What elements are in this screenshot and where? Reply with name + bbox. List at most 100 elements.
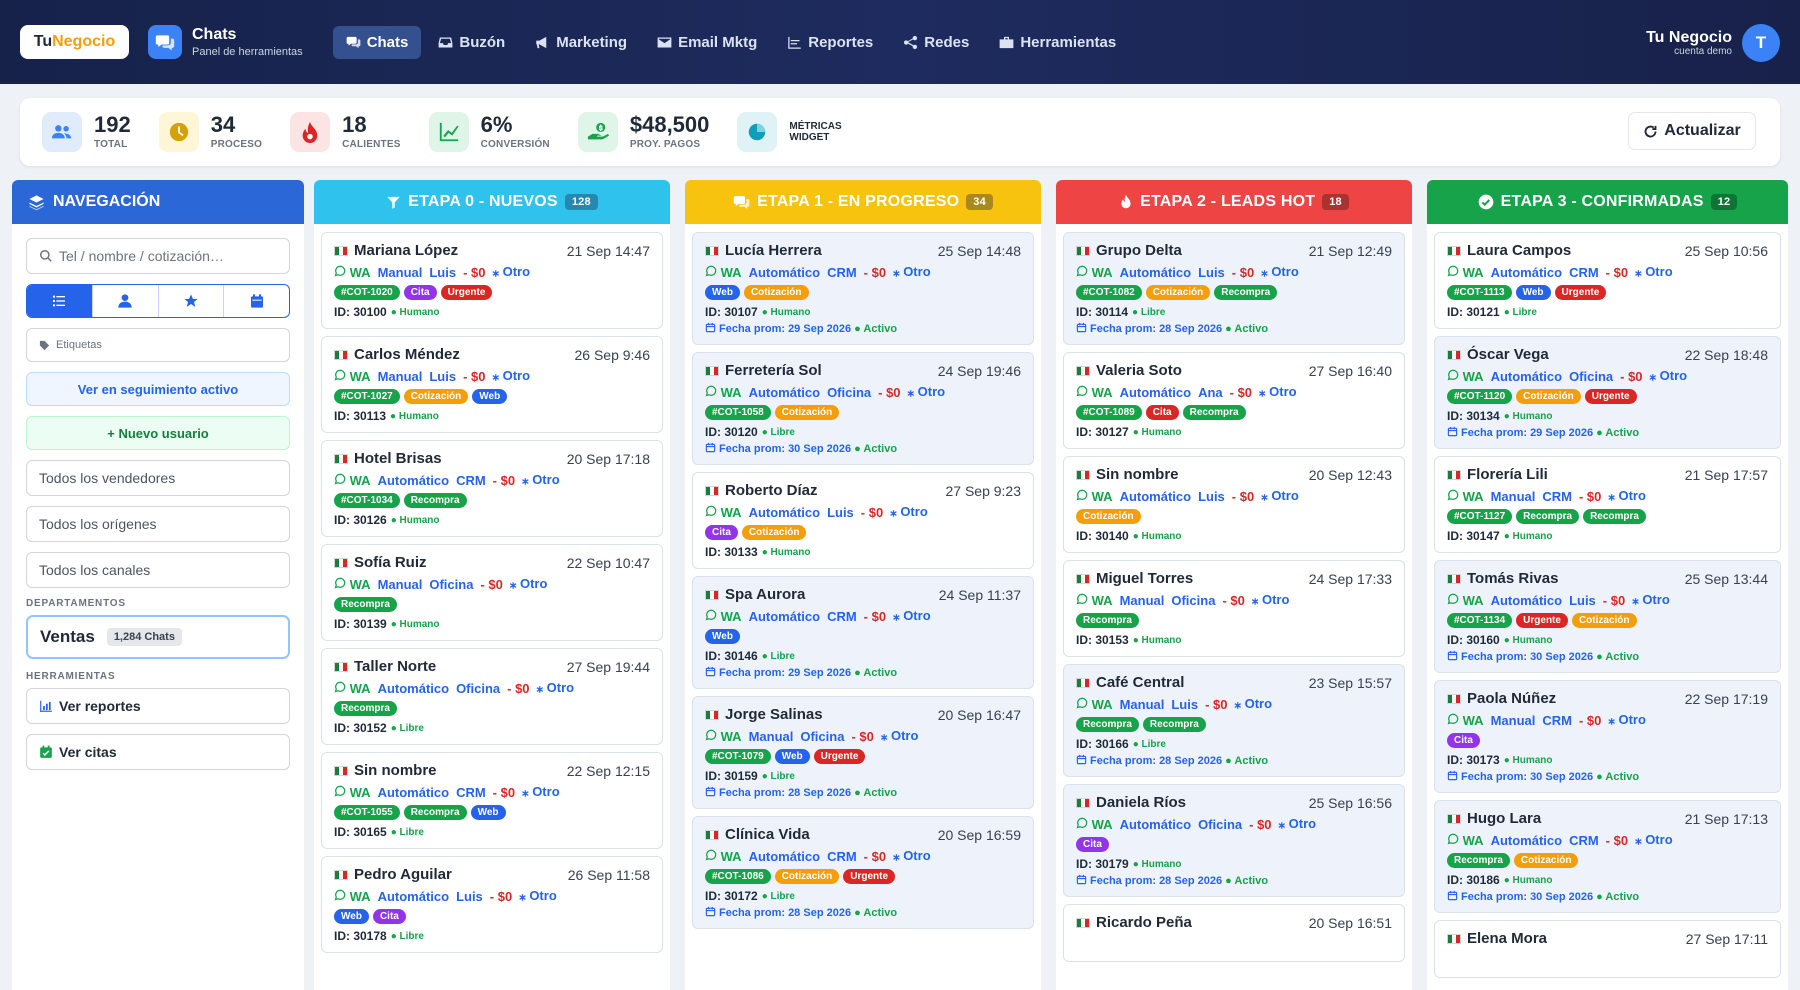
lead-card[interactable]: Mariana López 21 Sep 14:47 WA Manual Luis - …: [321, 232, 663, 329]
lead-card[interactable]: Valeria Soto 27 Sep 16:40 WA Automático Ana…: [1063, 352, 1405, 449]
lead-card[interactable]: Sin nombre 20 Sep 12:43 WA Automático Luis -…: [1063, 456, 1405, 553]
tag-badge: Cotización: [743, 285, 809, 300]
lead-meta: WA Automático Oficina - $0 ⁎ Otro: [1447, 368, 1768, 384]
lead-card[interactable]: Óscar Vega 22 Sep 18:48 WA Automático Ofici…: [1434, 336, 1781, 449]
tag-list: Web: [705, 629, 1021, 644]
main-nav: Chats Buzón Marketing Email Mktg Reportes Red…: [332, 25, 1130, 59]
lead-amount: - $0: [1222, 592, 1245, 608]
lead-id: ID: 30133: [705, 545, 758, 559]
tab-favorites[interactable]: [159, 285, 225, 317]
origins-select[interactable]: Todos los orígenes: [26, 506, 290, 542]
tag-icon: [39, 340, 50, 350]
lead-card[interactable]: Hugo Lara 21 Sep 17:13 WA Automático CRM - $…: [1434, 800, 1781, 913]
lead-meta: WA Automático CRM - $0 ⁎ Otro: [334, 784, 650, 800]
channel-wa: WA: [705, 265, 742, 280]
lead-status: ● Libre: [1503, 306, 1537, 318]
filter-icon: [387, 196, 400, 209]
avatar[interactable]: T: [1742, 24, 1780, 62]
lead-card[interactable]: Carlos Méndez 26 Sep 9:46 WA Manual Luis - $…: [321, 336, 663, 433]
lead-card[interactable]: Clínica Vida 20 Sep 16:59 WA Automático CRM…: [692, 816, 1034, 929]
tag-badge: Recompra: [1516, 509, 1580, 524]
nav-item-chats[interactable]: Chats: [332, 25, 422, 59]
promise-status: ● Activo: [1225, 755, 1269, 767]
metrics-widget[interactable]: MÉTRICAS WIDGET: [737, 112, 859, 152]
lead-source: CRM: [1542, 712, 1572, 728]
lead-mode: Automático: [748, 848, 821, 864]
lead-card[interactable]: Daniela Ríos 25 Sep 16:56 WA Automático Ofi…: [1063, 784, 1405, 897]
channel-wa: WA: [334, 681, 371, 696]
lead-card[interactable]: Hotel Brisas 20 Sep 17:18 WA Automático CRM…: [321, 440, 663, 537]
nav-item-buz-n[interactable]: Buzón: [425, 26, 518, 59]
department-count-badge: 1,284 Chats: [106, 628, 182, 646]
new-user-button[interactable]: + Nuevo usuario: [26, 416, 290, 450]
lead-card[interactable]: Café Central 23 Sep 15:57 WA Manual Luis - $…: [1063, 664, 1405, 777]
calendar-check-icon: [40, 745, 52, 758]
lead-id: ID: 30113: [334, 409, 387, 423]
lead-card[interactable]: Florería Lili 21 Sep 17:57 WA Manual CRM - $…: [1434, 456, 1781, 553]
lead-card[interactable]: Grupo Delta 21 Sep 12:49 WA Automático Luis…: [1063, 232, 1405, 345]
lead-source: Oficina: [800, 728, 845, 744]
nav-item-reportes[interactable]: Reportes: [774, 26, 886, 59]
lead-id-row: ID: 30107 ● Humano: [705, 305, 1021, 319]
lead-card[interactable]: Sofía Ruiz 22 Sep 10:47 WA Manual Oficina - …: [321, 544, 663, 641]
channel-wa: WA: [1076, 593, 1113, 608]
mexico-flag-icon: [334, 245, 348, 256]
lead-origin: ⁎ Otro: [890, 504, 928, 519]
lead-id-row: ID: 30100 ● Humano: [334, 305, 650, 319]
lead-card[interactable]: Paola Núñez 22 Sep 17:19 WA Manual CRM - $0 ⁎…: [1434, 680, 1781, 793]
column-header: ETAPA 1 - EN PROGRESO 34: [685, 180, 1041, 224]
tag-list: Cotización: [1076, 509, 1392, 524]
tag-badge: Cita: [705, 525, 738, 540]
nav-item-email-mktg[interactable]: Email Mktg: [644, 26, 770, 59]
lead-mode: Manual: [377, 264, 423, 280]
lead-status: ● Libre: [390, 930, 424, 942]
whatsapp-icon: [334, 681, 346, 692]
calendar-icon: [1076, 322, 1087, 333]
promise-date-row: Fecha prom: 30 Sep 2026 ● Activo: [1447, 890, 1768, 903]
nav-item-redes[interactable]: Redes: [890, 26, 982, 59]
lead-card[interactable]: Elena Mora 27 Sep 17:11: [1434, 920, 1781, 978]
lead-name: Paola Núñez: [1467, 690, 1557, 707]
lead-card[interactable]: Pedro Aguilar 26 Sep 11:58 WA Automático Lu…: [321, 856, 663, 953]
lead-card[interactable]: Tomás Rivas 25 Sep 13:44 WA Automático Luis…: [1434, 560, 1781, 673]
lead-meta: WA Automático Oficina - $0 ⁎ Otro: [1076, 816, 1392, 832]
lead-card[interactable]: Sin nombre 22 Sep 12:15 WA Automático CRM - …: [321, 752, 663, 849]
mexico-flag-icon: [1076, 677, 1090, 688]
tab-user[interactable]: [93, 285, 159, 317]
user-menu[interactable]: Tu Negocio cuenta demo T: [1646, 24, 1780, 62]
lead-card[interactable]: Miguel Torres 24 Sep 17:33 WA Manual Oficin…: [1063, 560, 1405, 657]
nav-item-herramientas[interactable]: Herramientas: [986, 26, 1129, 59]
lead-source: Luis: [1198, 264, 1225, 280]
view-appointments-button[interactable]: Ver citas: [26, 734, 290, 770]
promise-status: ● Activo: [854, 667, 898, 679]
lead-card[interactable]: Jorge Salinas 20 Sep 16:47 WA Manual Oficin…: [692, 696, 1034, 809]
nav-item-marketing[interactable]: Marketing: [522, 26, 640, 59]
lead-id-row: ID: 30120 ● Libre: [705, 425, 1021, 439]
clock-icon: [158, 112, 199, 152]
star-icon: [184, 294, 198, 307]
brand-logo[interactable]: Tu Negocio: [20, 25, 129, 59]
tag-badge: #COT-1058: [705, 405, 771, 420]
sellers-select[interactable]: Todos los vendedores: [26, 460, 290, 496]
stat-value: 6%: [480, 112, 513, 137]
view-reports-button[interactable]: Ver reportes: [26, 688, 290, 724]
lead-id-row: ID: 30113 ● Humano: [334, 409, 650, 423]
tags-filter-input[interactable]: Etiquetas: [26, 328, 290, 362]
search-input[interactable]: Tel / nombre / cotización…: [26, 238, 290, 274]
tab-list[interactable]: [27, 285, 93, 317]
lead-card[interactable]: Ricardo Peña 20 Sep 16:51: [1063, 904, 1405, 962]
lead-card[interactable]: Spa Aurora 24 Sep 11:37 WA Automático CRM - …: [692, 576, 1034, 689]
whatsapp-icon: [1447, 265, 1459, 276]
channels-select[interactable]: Todos los canales: [26, 552, 290, 588]
column-stage-0: ETAPA 0 - NUEVOS 128 Mariana López 21 Sep…: [314, 180, 670, 990]
tab-calendar[interactable]: [224, 285, 289, 317]
follow-active-button[interactable]: Ver en seguimiento activo: [26, 372, 290, 406]
department-ventas[interactable]: Ventas 1,284 Chats: [26, 615, 290, 659]
lead-card[interactable]: Taller Norte 27 Sep 19:44 WA Automático Ofi…: [321, 648, 663, 745]
refresh-button[interactable]: Actualizar: [1628, 112, 1756, 150]
lead-card[interactable]: Laura Campos 25 Sep 10:56 WA Automático CRM…: [1434, 232, 1781, 329]
lead-card[interactable]: Ferretería Sol 24 Sep 19:46 WA Automático O…: [692, 352, 1034, 465]
tag-list: Recompra Recompra: [1076, 717, 1392, 732]
lead-card[interactable]: Lucía Herrera 25 Sep 14:48 WA Automático CR…: [692, 232, 1034, 345]
lead-card[interactable]: Roberto Díaz 27 Sep 9:23 WA Automático Luis…: [692, 472, 1034, 569]
